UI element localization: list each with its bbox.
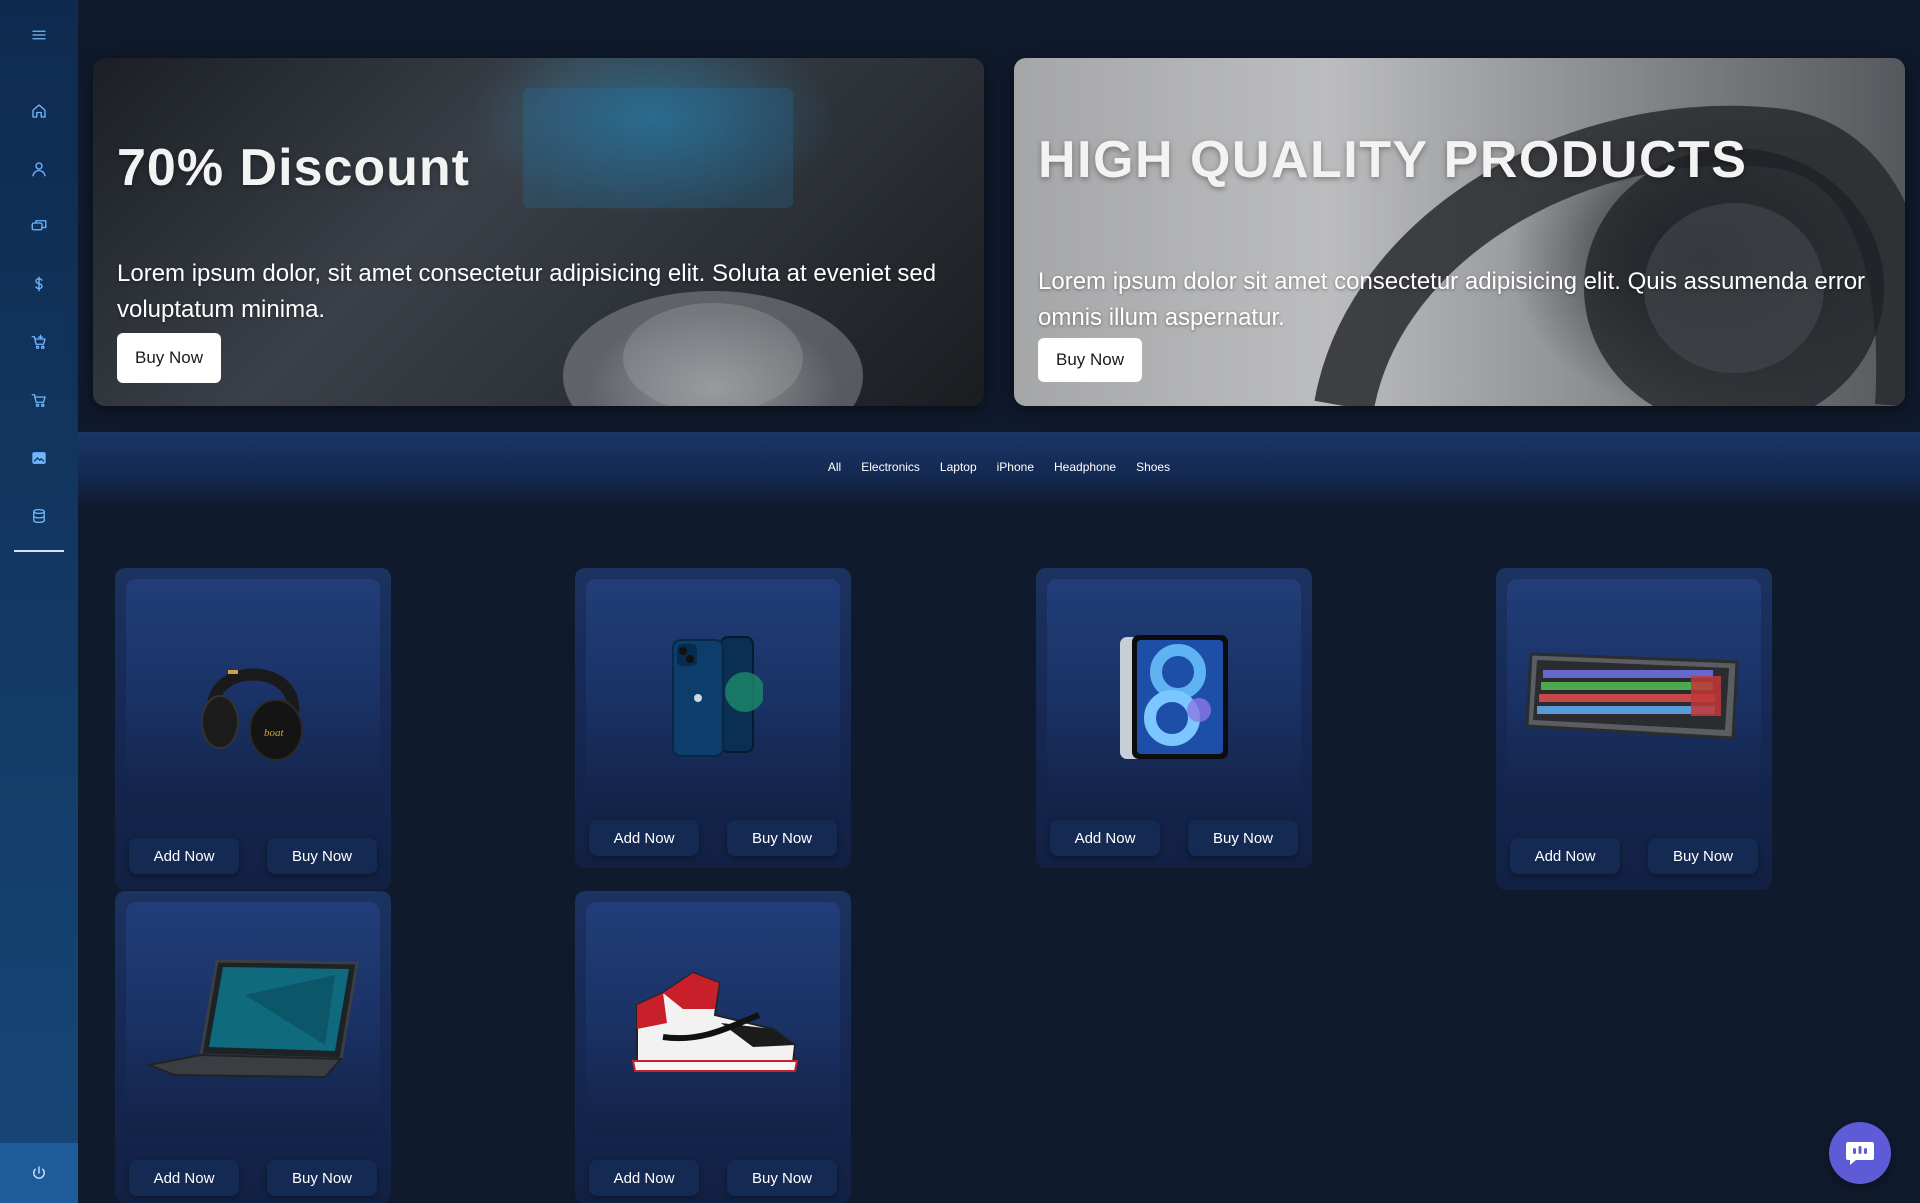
banner-title: 70% Discount	[117, 139, 470, 197]
category-laptop[interactable]: Laptop	[940, 458, 977, 476]
database-icon[interactable]	[0, 496, 78, 536]
banner-headphones-image	[1314, 105, 1905, 406]
cart-icon[interactable]	[0, 380, 78, 420]
product-image-frame	[1047, 579, 1301, 814]
headphones-product-image: boat	[201, 668, 303, 761]
buy-now-button[interactable]: Buy Now	[1648, 838, 1758, 874]
product-card-ipad: Add Now Buy Now	[1036, 568, 1312, 868]
add-now-button[interactable]: Add Now	[129, 838, 239, 874]
banner-mouse-image	[523, 88, 863, 406]
buy-now-button[interactable]: Buy Now	[267, 1160, 377, 1196]
chat-icon[interactable]	[0, 206, 78, 246]
product-image-frame: boat	[126, 579, 380, 814]
buy-now-button[interactable]: Buy Now	[267, 838, 377, 874]
product-card-sneaker: Add Now Buy Now	[575, 891, 851, 1203]
banner-text: Lorem ipsum dolor, sit amet consectetur …	[117, 260, 937, 323]
buy-now-button[interactable]: Buy Now	[117, 333, 222, 383]
product-card-keyboard: Add Now Buy Now	[1496, 568, 1772, 890]
power-icon	[33, 1166, 45, 1179]
banner-title: HIGH QUALITY PRODUCTS	[1038, 131, 1748, 189]
sneaker-product-image	[631, 971, 799, 1072]
sidebar-divider	[14, 550, 64, 552]
iphone-product-image	[672, 635, 763, 757]
laptop-product-image	[145, 958, 359, 1078]
power-button[interactable]	[0, 1143, 78, 1203]
keyboard-product-image	[1525, 651, 1739, 740]
add-now-button[interactable]: Add Now	[129, 1160, 239, 1196]
category-headphone[interactable]: Headphone	[1054, 458, 1116, 476]
buy-now-button[interactable]: Buy Now	[1038, 338, 1143, 382]
dollar-icon[interactable]	[0, 264, 78, 304]
product-card-laptop: Add Now Buy Now	[115, 891, 391, 1203]
category-iphone[interactable]: iPhone	[997, 458, 1034, 476]
add-now-button[interactable]: Add Now	[589, 820, 699, 856]
category-all[interactable]: All	[828, 458, 841, 476]
add-now-button[interactable]: Add Now	[1510, 838, 1620, 874]
menu-icon[interactable]	[0, 15, 78, 55]
sidebar	[0, 0, 78, 1203]
discount-banner: 70% Discount Lorem ipsum dolor, sit amet…	[93, 58, 984, 406]
image-icon[interactable]	[0, 438, 78, 478]
home-icon[interactable]	[0, 91, 78, 131]
product-card-headphones: boat Add Now Buy Now	[115, 568, 391, 890]
product-image-frame	[1507, 579, 1761, 814]
banner-text: Lorem ipsum dolor sit amet consectetur a…	[1038, 268, 1866, 331]
chat-widget-button[interactable]	[1829, 1122, 1891, 1184]
product-image-frame	[586, 902, 840, 1137]
cart-add-icon[interactable]	[0, 322, 78, 362]
category-electronics[interactable]: Electronics	[861, 458, 920, 476]
quality-banner: HIGH QUALITY PRODUCTS Lorem ipsum dolor …	[1014, 58, 1905, 406]
chat-bubble-icon	[1846, 1142, 1874, 1165]
ipad-product-image	[1120, 634, 1228, 759]
add-now-button[interactable]: Add Now	[1050, 820, 1160, 856]
buy-now-button[interactable]: Buy Now	[727, 820, 837, 856]
product-image-frame	[586, 579, 840, 814]
category-shoes[interactable]: Shoes	[1136, 458, 1170, 476]
buy-now-button[interactable]: Buy Now	[1188, 820, 1298, 856]
buy-now-button[interactable]: Buy Now	[727, 1160, 837, 1196]
product-card-iphone: Add Now Buy Now	[575, 568, 851, 868]
product-image-frame	[126, 902, 380, 1137]
user-icon[interactable]	[0, 149, 78, 189]
headphones-brand-logo: boat	[264, 727, 285, 739]
add-now-button[interactable]: Add Now	[589, 1160, 699, 1196]
category-filter: All Electronics Laptop iPhone Headphone …	[78, 432, 1920, 507]
